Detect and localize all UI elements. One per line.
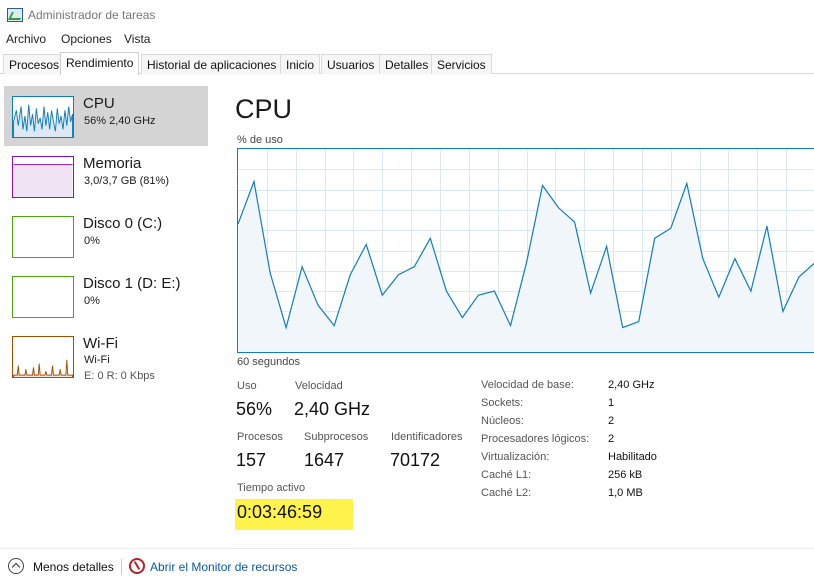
disk0-thumbnail-graph xyxy=(12,216,74,258)
sidebar-disco0-usage: 0% xyxy=(84,235,100,247)
spec-value: 2 xyxy=(608,433,615,445)
tab-usuarios[interactable]: Usuarios xyxy=(321,54,381,74)
sidebar-wifi-adapter: Wi-Fi xyxy=(84,354,110,366)
spec-value: 1,0 MB xyxy=(608,487,643,499)
footer-divider xyxy=(0,548,814,549)
stat-identificadores-value: 70172 xyxy=(390,450,441,470)
sidebar-cpu-usage: 56% 2,40 GHz xyxy=(84,115,156,127)
tab-servicios[interactable]: Servicios xyxy=(431,54,492,74)
tab-historial[interactable]: Historial de aplicaciones xyxy=(141,54,283,74)
chart-y-label: % de uso xyxy=(237,134,283,146)
open-resource-monitor-link[interactable]: Abrir el Monitor de recursos xyxy=(150,560,297,574)
uptime-value: 0:03:46:59 xyxy=(235,499,353,530)
footer-separator xyxy=(121,559,122,575)
cpu-thumbnail-graph xyxy=(12,96,74,138)
spec-key: Virtualización: xyxy=(481,451,550,463)
page-title: CPU xyxy=(235,94,293,124)
title-bar: Administrador de tareas xyxy=(0,0,814,30)
sidebar-disco0-title: Disco 0 (C:) xyxy=(83,215,163,232)
memory-thumbnail-graph xyxy=(12,156,74,198)
stat-procesos-label: Procesos xyxy=(237,431,283,443)
sidebar-cpu-title: CPU xyxy=(83,95,115,112)
tab-detalles[interactable]: Detalles xyxy=(379,54,435,74)
stat-uso-label: Uso xyxy=(237,380,257,392)
resource-monitor-icon xyxy=(129,558,145,574)
resource-list: CPU 56% 2,40 GHz Memoria 3,0/3,7 GB (81%… xyxy=(0,86,208,401)
menu-archivo[interactable]: Archivo xyxy=(6,32,46,46)
tab-inicio[interactable]: Inicio xyxy=(280,54,321,74)
sidebar-item-cpu[interactable]: CPU 56% 2,40 GHz xyxy=(4,86,208,146)
tab-rendimiento[interactable]: Rendimiento xyxy=(60,52,140,75)
menu-vista[interactable]: Vista xyxy=(124,32,150,46)
spec-key: Caché L1: xyxy=(481,469,532,481)
spec-key: Sockets: xyxy=(481,397,524,409)
sidebar-item-wifi[interactable]: Wi-Fi Wi-Fi E: 0 R: 0 Kbps xyxy=(4,326,208,386)
spec-key: Procesadores lógicos: xyxy=(481,433,590,445)
spec-value: Habilitado xyxy=(608,451,657,463)
window-title: Administrador de tareas xyxy=(28,8,156,22)
spec-value: 1 xyxy=(608,397,615,409)
spec-key: Caché L2: xyxy=(481,487,532,499)
disk1-thumbnail-graph xyxy=(12,276,74,318)
task-manager-icon xyxy=(7,8,23,22)
stat-tiempo-label: Tiempo activo xyxy=(237,482,306,494)
wifi-thumbnail-graph xyxy=(12,336,74,378)
spec-value: 256 kB xyxy=(608,469,643,481)
spec-value: 2 xyxy=(608,415,615,427)
stat-uso-value: 56% xyxy=(236,399,273,419)
sidebar-item-disco1[interactable]: Disco 1 (D: E:) 0% xyxy=(4,266,208,326)
cpu-usage-chart xyxy=(237,148,814,353)
stat-procesos-value: 157 xyxy=(236,450,267,470)
sidebar-disco1-usage: 0% xyxy=(84,295,100,307)
sidebar-disco1-title: Disco 1 (D: E:) xyxy=(83,275,181,292)
spec-key: Velocidad de base: xyxy=(481,379,574,391)
tab-bar: Procesos Rendimiento Historial de aplica… xyxy=(0,52,814,75)
chart-x-label: 60 segundos xyxy=(237,356,300,368)
tab-procesos[interactable]: Procesos xyxy=(3,54,66,74)
sidebar-memoria-usage: 3,0/3,7 GB (81%) xyxy=(84,175,169,187)
sidebar-memoria-title: Memoria xyxy=(83,155,142,172)
menu-opciones[interactable]: Opciones xyxy=(61,32,112,46)
stat-velocidad-value: 2,40 GHz xyxy=(294,399,371,419)
sidebar-wifi-title: Wi-Fi xyxy=(83,335,118,352)
spec-value: 2,40 GHz xyxy=(608,379,655,391)
spec-key: Núcleos: xyxy=(481,415,524,427)
stat-identificadores-label: Identificadores xyxy=(391,431,463,443)
chevron-up-icon[interactable] xyxy=(8,558,24,574)
stat-velocidad-label: Velocidad xyxy=(295,380,343,392)
sidebar-wifi-throughput: E: 0 R: 0 Kbps xyxy=(84,370,155,382)
stat-subprocesos-value: 1647 xyxy=(304,450,345,470)
cpu-usage-svg xyxy=(237,149,814,352)
sidebar-item-memoria[interactable]: Memoria 3,0/3,7 GB (81%) xyxy=(4,146,208,206)
stat-subprocesos-label: Subprocesos xyxy=(304,431,369,443)
less-details-button[interactable]: Menos detalles xyxy=(33,560,114,574)
sidebar-item-disco0[interactable]: Disco 0 (C:) 0% xyxy=(4,206,208,266)
